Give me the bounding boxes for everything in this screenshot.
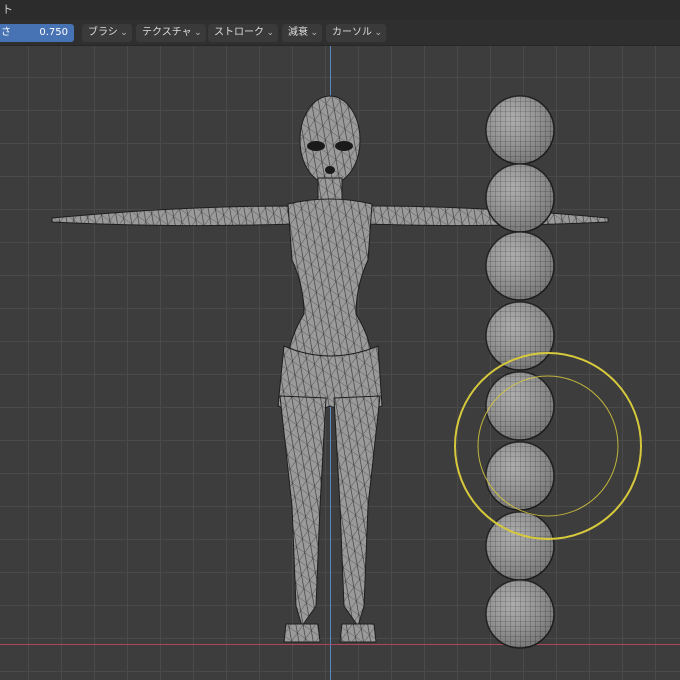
- chevron-down-icon: ⌄: [194, 28, 202, 38]
- texture-menu-label: テクスチャ: [142, 27, 192, 38]
- brush-cursor: [454, 352, 642, 540]
- sphere[interactable]: [485, 301, 555, 371]
- sphere[interactable]: [485, 441, 555, 511]
- brush-menu-label: ブラシ: [88, 27, 118, 38]
- stroke-menu-label: ストローク: [214, 27, 264, 38]
- cursor-menu[interactable]: カーソル ⌄: [326, 24, 386, 42]
- window-header: ト: [0, 0, 680, 20]
- sculpt-editor-window: ト さ 0.750 ブラシ ⌄ テクスチャ ⌄ ストローク ⌄ 減衰 ⌄ カーソ…: [0, 0, 680, 680]
- sphere[interactable]: [485, 579, 555, 649]
- brush-menu[interactable]: ブラシ ⌄: [82, 24, 132, 42]
- falloff-menu-label: 減衰: [288, 27, 308, 38]
- sphere[interactable]: [485, 95, 555, 165]
- tool-settings-bar: さ 0.750 ブラシ ⌄ テクスチャ ⌄ ストローク ⌄ 減衰 ⌄ カーソル …: [0, 20, 680, 46]
- falloff-menu[interactable]: 減衰 ⌄: [282, 24, 322, 42]
- strength-slider[interactable]: さ 0.750: [0, 24, 74, 42]
- chevron-down-icon: ⌄: [374, 28, 382, 38]
- header-title: ト: [2, 3, 13, 16]
- strength-label: さ: [1, 27, 11, 38]
- chevron-down-icon: ⌄: [120, 28, 128, 38]
- stroke-menu[interactable]: ストローク ⌄: [208, 24, 278, 42]
- 3d-viewport[interactable]: [0, 46, 680, 680]
- chevron-down-icon: ⌄: [310, 28, 318, 38]
- cursor-menu-label: カーソル: [332, 27, 372, 38]
- strength-value: 0.750: [39, 27, 68, 38]
- sphere[interactable]: [485, 163, 555, 233]
- scene-canvas[interactable]: [0, 46, 680, 680]
- texture-menu[interactable]: テクスチャ ⌄: [136, 24, 206, 42]
- sphere[interactable]: [485, 231, 555, 301]
- sphere-stack[interactable]: [485, 95, 555, 649]
- chevron-down-icon: ⌄: [266, 28, 274, 38]
